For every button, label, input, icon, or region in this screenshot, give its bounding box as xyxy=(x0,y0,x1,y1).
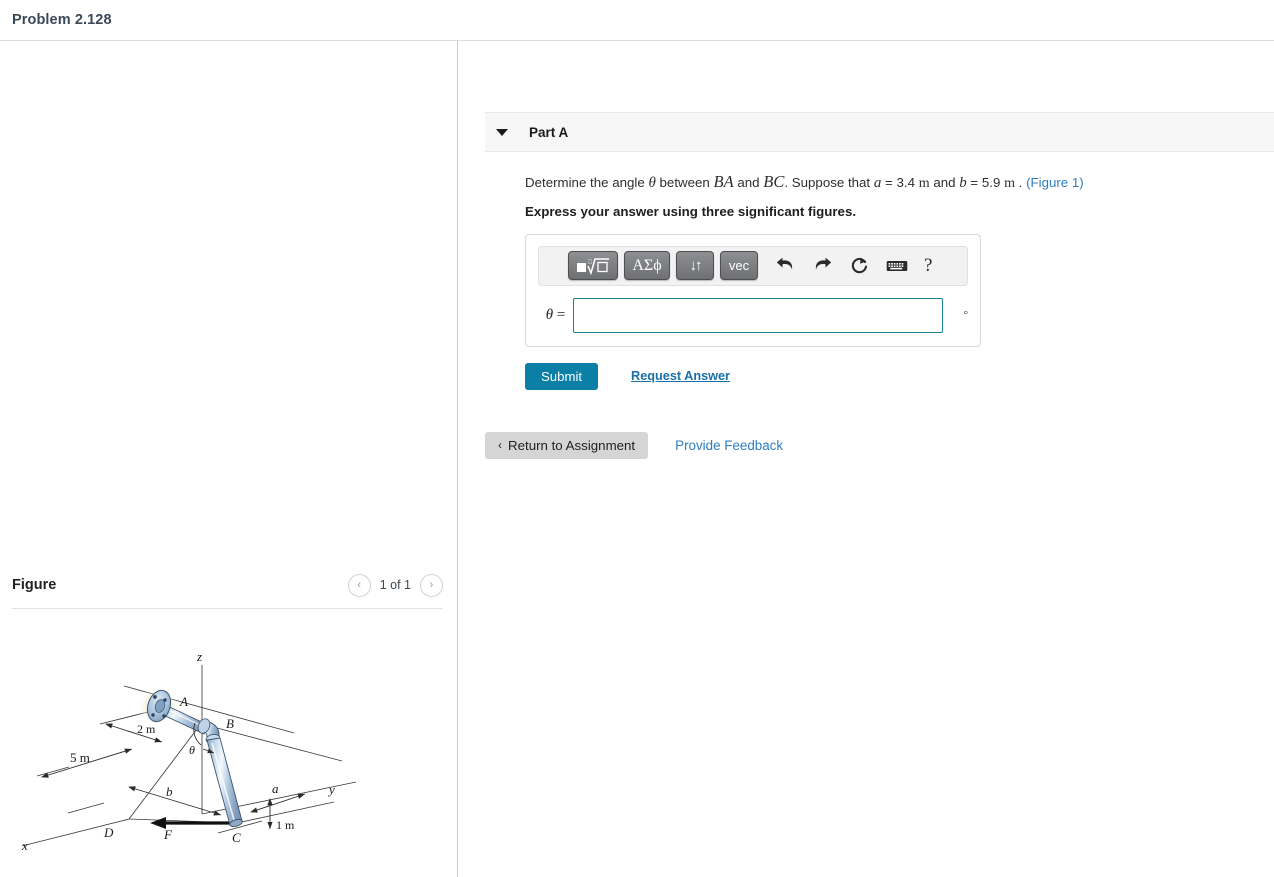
figure-axis-x: x xyxy=(21,838,28,853)
prompt-vector-bc: BC xyxy=(763,172,785,191)
prompt-suppose: . Suppose that xyxy=(784,175,871,190)
answer-row: θ = ° xyxy=(538,297,968,333)
chevron-left-icon[interactable]: ‹ xyxy=(347,573,371,597)
figure-axis-y: y xyxy=(327,782,335,797)
pipe-bc xyxy=(206,737,243,828)
updown-arrows-label: ↓↑ xyxy=(689,257,703,275)
vector-button[interactable]: vec xyxy=(720,251,758,281)
reset-icon[interactable] xyxy=(844,251,875,280)
figure-dim-a: a xyxy=(272,781,279,796)
prompt-var-a: a xyxy=(873,175,882,191)
prompt-eq-a: = xyxy=(885,175,893,190)
prompt-val-a: 3.4 xyxy=(896,175,916,190)
template-root-button[interactable]: □ xyxy=(568,251,618,281)
prompt-var-b: b xyxy=(959,175,967,191)
svg-text:□: □ xyxy=(588,259,592,266)
footer-row: ‹ Return to Assignment Provide Feedback xyxy=(485,431,1274,459)
template-root-icon: □ xyxy=(577,258,609,276)
prompt-and: and xyxy=(737,175,760,190)
prompt-lead: Determine the angle xyxy=(525,175,645,190)
figure-axis-z: z xyxy=(196,649,202,664)
figure-force-f: F xyxy=(163,827,173,842)
submit-button[interactable]: Submit xyxy=(525,362,599,390)
part-a-block: Part A Determine the angle θ between BA … xyxy=(485,112,1274,459)
chevron-right-icon[interactable]: › xyxy=(420,573,443,597)
answer-variable-label: θ = xyxy=(538,307,573,324)
figure-dim-1m: 1 m xyxy=(276,818,295,832)
submit-row: Submit Request Answer xyxy=(525,362,1274,390)
redo-glyph xyxy=(815,257,832,270)
answer-entry-box: □ ΑΣϕ ↓↑ vec ? θ = ° xyxy=(525,233,981,347)
part-a-body: Determine the angle θ between BA and BC.… xyxy=(485,152,1274,459)
figure-pager: ‹ 1 of 1 › xyxy=(347,573,443,597)
prompt-eq-b: = xyxy=(970,175,979,190)
greek-symbols-label: ΑΣϕ xyxy=(632,256,662,274)
figure-point-d: D xyxy=(103,825,114,840)
problem-header: Problem 2.128 xyxy=(0,0,1274,41)
figure-counter: 1 of 1 xyxy=(379,578,411,592)
prompt-theta: θ xyxy=(648,175,656,191)
figure-heading: Figure xyxy=(12,577,57,593)
prompt-and2: and xyxy=(933,175,956,190)
figure-header: Figure ‹ 1 of 1 › xyxy=(0,566,457,604)
figure-dim-2m: 2 m xyxy=(137,722,156,736)
figure-point-a: A xyxy=(179,694,188,709)
figure-image-container[interactable]: z y x A B C D F 2 m 5 m 1 m a b θ xyxy=(0,647,457,867)
undo-glyph xyxy=(776,257,793,270)
figure-dim-b: b xyxy=(166,784,173,799)
updown-arrows-button[interactable]: ↓↑ xyxy=(676,251,714,281)
prompt-between: between xyxy=(659,175,710,190)
triangle-down-icon[interactable] xyxy=(496,128,508,136)
prompt-vector-ba: BA xyxy=(713,172,734,191)
page-title: Problem 2.128 xyxy=(12,12,112,28)
figure-dim-5m: 5 m xyxy=(70,750,90,765)
question-prompt: Determine the angle θ between BA and BC.… xyxy=(525,170,1274,195)
redo-icon[interactable] xyxy=(807,251,838,280)
return-to-assignment-button[interactable]: ‹ Return to Assignment xyxy=(485,431,649,459)
provide-feedback-link[interactable]: Provide Feedback xyxy=(675,438,783,453)
figure-point-b: B xyxy=(226,716,234,731)
degree-unit-label: ° xyxy=(963,309,968,322)
answer-input[interactable] xyxy=(573,297,943,333)
figure-1-link[interactable]: (Figure 1) xyxy=(1026,175,1084,190)
figure-point-c: C xyxy=(232,830,241,845)
math-toolbar: □ ΑΣϕ ↓↑ vec ? xyxy=(538,245,968,286)
reset-glyph xyxy=(851,257,868,274)
help-button[interactable]: ? xyxy=(924,255,932,277)
equals-symbol: = xyxy=(556,306,566,323)
return-to-assignment-label: Return to Assignment xyxy=(508,437,636,453)
figure-pane: Figure ‹ 1 of 1 › z y x A B C D F 2 m 5 … xyxy=(0,41,458,877)
vector-label: vec xyxy=(728,258,750,274)
prompt-period: . xyxy=(1018,175,1023,190)
question-pane: Part A Determine the angle θ between BA … xyxy=(458,41,1274,877)
prompt-val-b: 5.9 xyxy=(981,175,1001,190)
greek-symbols-button[interactable]: ΑΣϕ xyxy=(624,251,670,281)
chevron-left-icon: ‹ xyxy=(498,438,502,453)
request-answer-link[interactable]: Request Answer xyxy=(631,369,730,383)
prompt-unit-a: m xyxy=(918,176,930,191)
figure-divider xyxy=(12,608,443,609)
answer-instruction: Express your answer using three signific… xyxy=(525,203,857,219)
keyboard-glyph xyxy=(886,260,907,271)
theta-symbol: θ xyxy=(545,306,554,323)
content-split: Figure ‹ 1 of 1 › z y x A B C D F 2 m 5 … xyxy=(0,41,1274,877)
figure-diagram: z y x A B C D F 2 m 5 m 1 m a b θ xyxy=(21,649,357,853)
figure-angle-theta: θ xyxy=(189,743,195,757)
prompt-unit-b: m xyxy=(1004,176,1015,191)
keyboard-icon[interactable] xyxy=(881,251,912,280)
undo-icon[interactable] xyxy=(770,251,801,280)
part-a-header[interactable]: Part A xyxy=(485,112,1274,152)
figure-panel: Figure ‹ 1 of 1 › z y x A B C D F 2 m 5 … xyxy=(0,566,457,867)
part-a-title: Part A xyxy=(529,124,569,140)
